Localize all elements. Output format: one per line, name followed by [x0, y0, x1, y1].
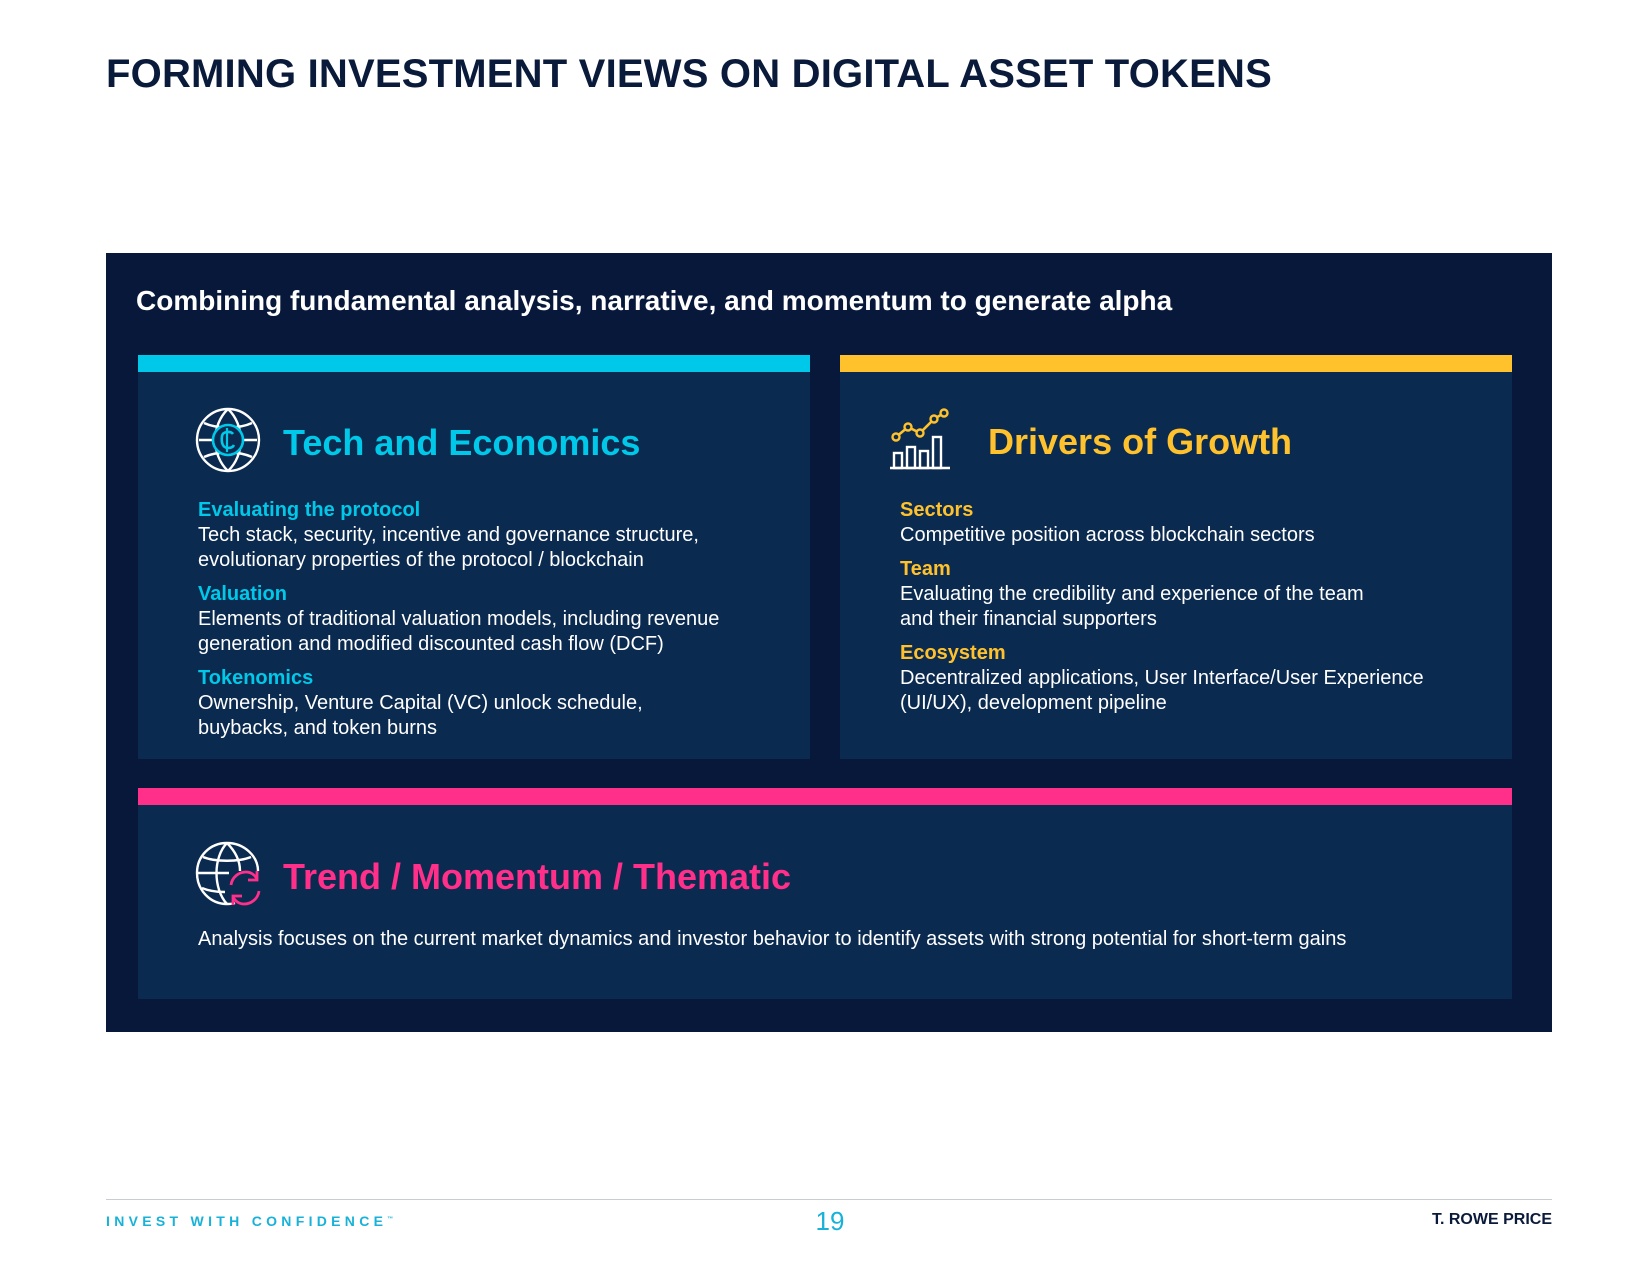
item-heading: Tokenomics	[198, 667, 314, 689]
card-accent-bar	[138, 788, 1512, 805]
card-header: Tech and Economics	[195, 407, 640, 478]
list-item: Sectors Competitive position across bloc…	[900, 498, 1424, 548]
tagline-text: INVEST WITH CONFIDENCE	[106, 1213, 388, 1229]
globe-refresh-icon	[195, 841, 261, 912]
card-title: Trend / Momentum / Thematic	[283, 855, 792, 897]
card-accent-bar	[840, 355, 1512, 372]
card-title: Tech and Economics	[283, 421, 641, 463]
item-text: Competitive position across blockchain s…	[900, 524, 1315, 546]
card-description: Analysis focuses on the current market d…	[198, 928, 1347, 950]
page-number: 19	[815, 1206, 845, 1236]
card-header: Drivers of Growth	[888, 407, 1292, 476]
card-tech-economics: Tech and Economics Evaluating the protoc…	[138, 355, 810, 759]
item-heading: Evaluating the protocol	[198, 499, 421, 521]
card-title: Drivers of Growth	[988, 420, 1293, 462]
list-item: Evaluating the protocol Tech stack, secu…	[198, 498, 719, 573]
list-item: Ecosystem Decentralized applications, Us…	[900, 641, 1424, 716]
item-text: Tech stack, security, incentive and gove…	[198, 524, 699, 571]
brand-logo: T. ROWE PRICE	[1431, 1211, 1552, 1228]
card-drivers-of-growth: Drivers of Growth Sectors Competitive po…	[840, 355, 1512, 759]
crypto-globe-icon	[195, 407, 261, 478]
footer-tagline: INVEST WITH CONFIDENCE™	[106, 1213, 393, 1229]
content-panel: Combining fundamental analysis, narrativ…	[106, 253, 1552, 1032]
trademark-mark: ™	[387, 1216, 394, 1223]
item-text: Evaluating the credibility and experienc…	[900, 583, 1364, 630]
card-items: Sectors Competitive position across bloc…	[900, 498, 1424, 725]
card-items: Evaluating the protocol Tech stack, secu…	[198, 498, 719, 750]
item-text: Elements of traditional valuation models…	[198, 608, 720, 655]
card-header: Trend / Momentum / Thematic	[195, 841, 791, 912]
item-heading: Sectors	[900, 499, 974, 521]
list-item: Valuation Elements of traditional valuat…	[198, 582, 719, 657]
footer-divider	[106, 1199, 1552, 1200]
item-heading: Valuation	[198, 583, 287, 605]
list-item: Tokenomics Ownership, Venture Capital (V…	[198, 666, 719, 741]
item-heading: Team	[900, 558, 951, 580]
growth-chart-icon	[888, 407, 952, 476]
card-trend-momentum-thematic: Trend / Momentum / Thematic Analysis foc…	[138, 788, 1512, 999]
item-heading: Ecosystem	[900, 642, 1006, 664]
item-text: Ownership, Venture Capital (VC) unlock s…	[198, 692, 643, 739]
page-title: FORMING INVESTMENT VIEWS ON DIGITAL ASSE…	[106, 52, 1272, 96]
item-text: Decentralized applications, User Interfa…	[900, 667, 1424, 714]
card-accent-bar	[138, 355, 810, 372]
card-items: Analysis focuses on the current market d…	[198, 927, 1346, 952]
panel-subtitle: Combining fundamental analysis, narrativ…	[136, 285, 1173, 316]
list-item: Team Evaluating the credibility and expe…	[900, 557, 1424, 632]
